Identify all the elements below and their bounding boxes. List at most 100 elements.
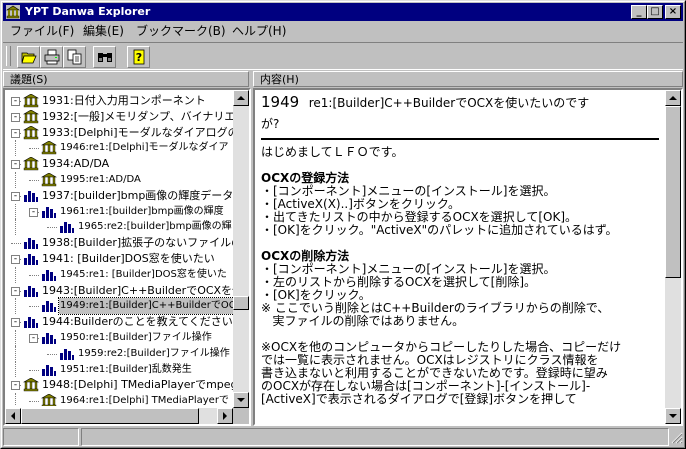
tree-expander[interactable]: - [11, 318, 20, 328]
tree-connector [15, 393, 16, 406]
tree-vertical-scrollbar[interactable] [233, 90, 249, 408]
tree-horizontal-scrollbar[interactable] [5, 408, 233, 424]
topic-icon [23, 378, 39, 392]
tree-item[interactable]: - 1933:[Delphi]モーダルなダイアログの [5, 125, 233, 141]
topic-icon [41, 173, 57, 187]
tree-connector [15, 298, 16, 315]
tree-item-label: 1995:re1:AD/DA [60, 174, 141, 185]
topic-icon [41, 141, 57, 155]
tree-item[interactable]: - 1948:[Delphi] TMediaPlayerでmpegを [5, 377, 233, 393]
tree-item[interactable]: 1949:re1:[Builder]C++BuilderでOCX [5, 297, 233, 316]
tree-item[interactable]: - 1932:[一般]メモリダンプ、バイナリエデ [5, 109, 233, 125]
tree-item[interactable]: 1959:re2:[Builder]ファイル操作 [5, 345, 233, 362]
menu-bookmark[interactable]: ブックマーク(B) [136, 24, 226, 39]
tree-item[interactable]: - 1961:re1:[builder]bmp画像の輝度 [5, 203, 233, 220]
content-pane[interactable]: 1949 re1:[Builder]C++BuilderでOCXを使いたいのです… [253, 88, 683, 426]
tree-expander[interactable]: - [29, 334, 38, 343]
message-subject: re1:[Builder]C++BuilderでOCXを使いたいのです [308, 96, 590, 110]
tree-rows: - 1931:日付入力用コンポーネント - 1932:[一般]メモリダンプ、バイナリエ… [5, 90, 233, 406]
tree-item[interactable]: 1965:re2:[builder]bmp画像の輝 [5, 219, 233, 236]
scroll-corner [233, 408, 249, 424]
toolbar-grip[interactable] [6, 46, 11, 66]
tree-item-label: 1938:[Builder]拡張子のないファイルの [42, 236, 233, 250]
tree-connector [29, 369, 39, 371]
menu-help[interactable]: ヘルプ(H) [232, 24, 286, 39]
thread-icon [24, 285, 38, 297]
tree-expander[interactable]: - [11, 255, 20, 264]
message-content: 1949 re1:[Builder]C++BuilderでOCXを使いたいのです… [261, 92, 659, 406]
tree-item[interactable]: 1964:re1:[Delphi] TMediaPlayerで [5, 393, 233, 406]
binoculars-icon [98, 53, 112, 62]
scroll-left-button[interactable] [5, 408, 21, 424]
arrow-right-icon [223, 412, 227, 420]
tree-item-label: 1946:re1:[Delphi]モーダルなダイア [60, 142, 229, 154]
tree-item[interactable]: - 1943:[Builder]C++BuilderでOCXを使 [5, 283, 233, 299]
content-vertical-scrollbar[interactable] [665, 90, 681, 424]
content-scroll-down-button[interactable] [665, 408, 681, 424]
tree-connector [15, 330, 16, 346]
thread-icon [42, 206, 56, 218]
tree-connector [29, 306, 39, 308]
topic-icon [41, 394, 57, 406]
tree-expander[interactable]: - [11, 286, 20, 296]
tree-expander[interactable]: - [11, 128, 20, 138]
tree-item[interactable]: - 1934:AD/DA [5, 156, 233, 172]
help-button[interactable]: ? [127, 46, 150, 68]
message-title: 1949 re1:[Builder]C++BuilderでOCXを使いたいのです… [261, 92, 659, 134]
tree-expander[interactable]: - [11, 191, 20, 201]
arrow-up-icon [237, 96, 245, 100]
tree-item[interactable]: - 1941: [Builder]DOS窓を使いたい [5, 251, 233, 267]
tree-item[interactable]: 1938:[Builder]拡張子のないファイルの [5, 235, 233, 251]
tree-item[interactable]: - 1950:re1:[Builder]ファイル操作 [5, 330, 233, 346]
search-button[interactable] [93, 46, 116, 68]
tree-item[interactable]: - 1944:Builderのことを教えてください [5, 314, 233, 330]
topics-header[interactable]: 議題(S) [3, 71, 249, 87]
topic-tree[interactable]: - 1931:日付入力用コンポーネント - 1932:[一般]メモリダンプ、バイナリエ… [3, 88, 251, 426]
scroll-up-button[interactable] [233, 90, 249, 106]
thread-icon [24, 190, 38, 202]
svg-text:?: ? [136, 51, 142, 64]
close-button[interactable]: × [665, 5, 681, 19]
arrow-down-icon [669, 414, 677, 418]
open-button[interactable] [17, 46, 40, 68]
tree-item-label: 1959:re2:[Builder]ファイル操作 [78, 347, 230, 359]
tree-item[interactable]: - 1931:日付入力用コンポーネント [5, 93, 233, 109]
topic-icon [23, 157, 39, 171]
content-header[interactable]: 内容(H) [253, 71, 683, 87]
menu-file[interactable]: ファイル(F) [10, 24, 74, 39]
tree-connector [47, 227, 57, 229]
topic-icon [23, 125, 39, 139]
minimize-button[interactable]: _ [631, 5, 647, 19]
tree-scroll-thumb[interactable] [233, 296, 249, 310]
print-button[interactable] [40, 46, 63, 68]
tree-expander[interactable]: - [11, 381, 20, 391]
tree-expander[interactable]: - [29, 207, 38, 217]
tree-expander[interactable]: - [11, 97, 20, 106]
content-scroll-up-button[interactable] [665, 90, 681, 106]
tree-item[interactable]: 1946:re1:[Delphi]モーダルなダイア [5, 140, 233, 157]
print-icon [44, 49, 60, 65]
tree-connector [29, 180, 39, 181]
tree-expander[interactable]: - [11, 160, 20, 170]
copy-button[interactable] [63, 46, 86, 68]
tree-item[interactable]: - 1937:[builder]bmp画像の輝度データ [5, 188, 233, 204]
scroll-right-button[interactable] [217, 408, 233, 424]
tree-hscroll-thumb[interactable] [21, 408, 199, 424]
content-scroll-thumb[interactable] [665, 106, 681, 278]
tree-item[interactable]: 1951:re1:[Builder]乱数発生 [5, 361, 233, 378]
tree-expander[interactable]: - [11, 112, 20, 122]
resize-grip-icon[interactable] [671, 432, 683, 444]
tree-item-label: 1961:re1:[builder]bmp画像の輝度 [60, 205, 224, 217]
register-step: ・[OK]をクリック。"ActiveX"のパレットに追加されているはず。 [261, 223, 618, 237]
tree-item[interactable]: 1995:re1:AD/DA [5, 172, 233, 188]
tree-connector [15, 345, 16, 362]
topic-icon [23, 94, 39, 108]
delete-step: 実ファイルの削除ではありません。 [261, 314, 465, 328]
title-bar[interactable]: YPT Danwa Explorer _ □ × [3, 3, 683, 21]
status-panel-1 [3, 428, 79, 446]
maximize-button[interactable]: □ [647, 5, 663, 19]
menu-edit[interactable]: 編集(E) [83, 24, 124, 39]
scroll-down-button[interactable] [233, 392, 249, 408]
tree-item-label: 1951:re1:[Builder]乱数発生 [60, 363, 192, 375]
tree-item[interactable]: 1945:re1: [Builder]DOS窓を使いた [5, 266, 233, 283]
